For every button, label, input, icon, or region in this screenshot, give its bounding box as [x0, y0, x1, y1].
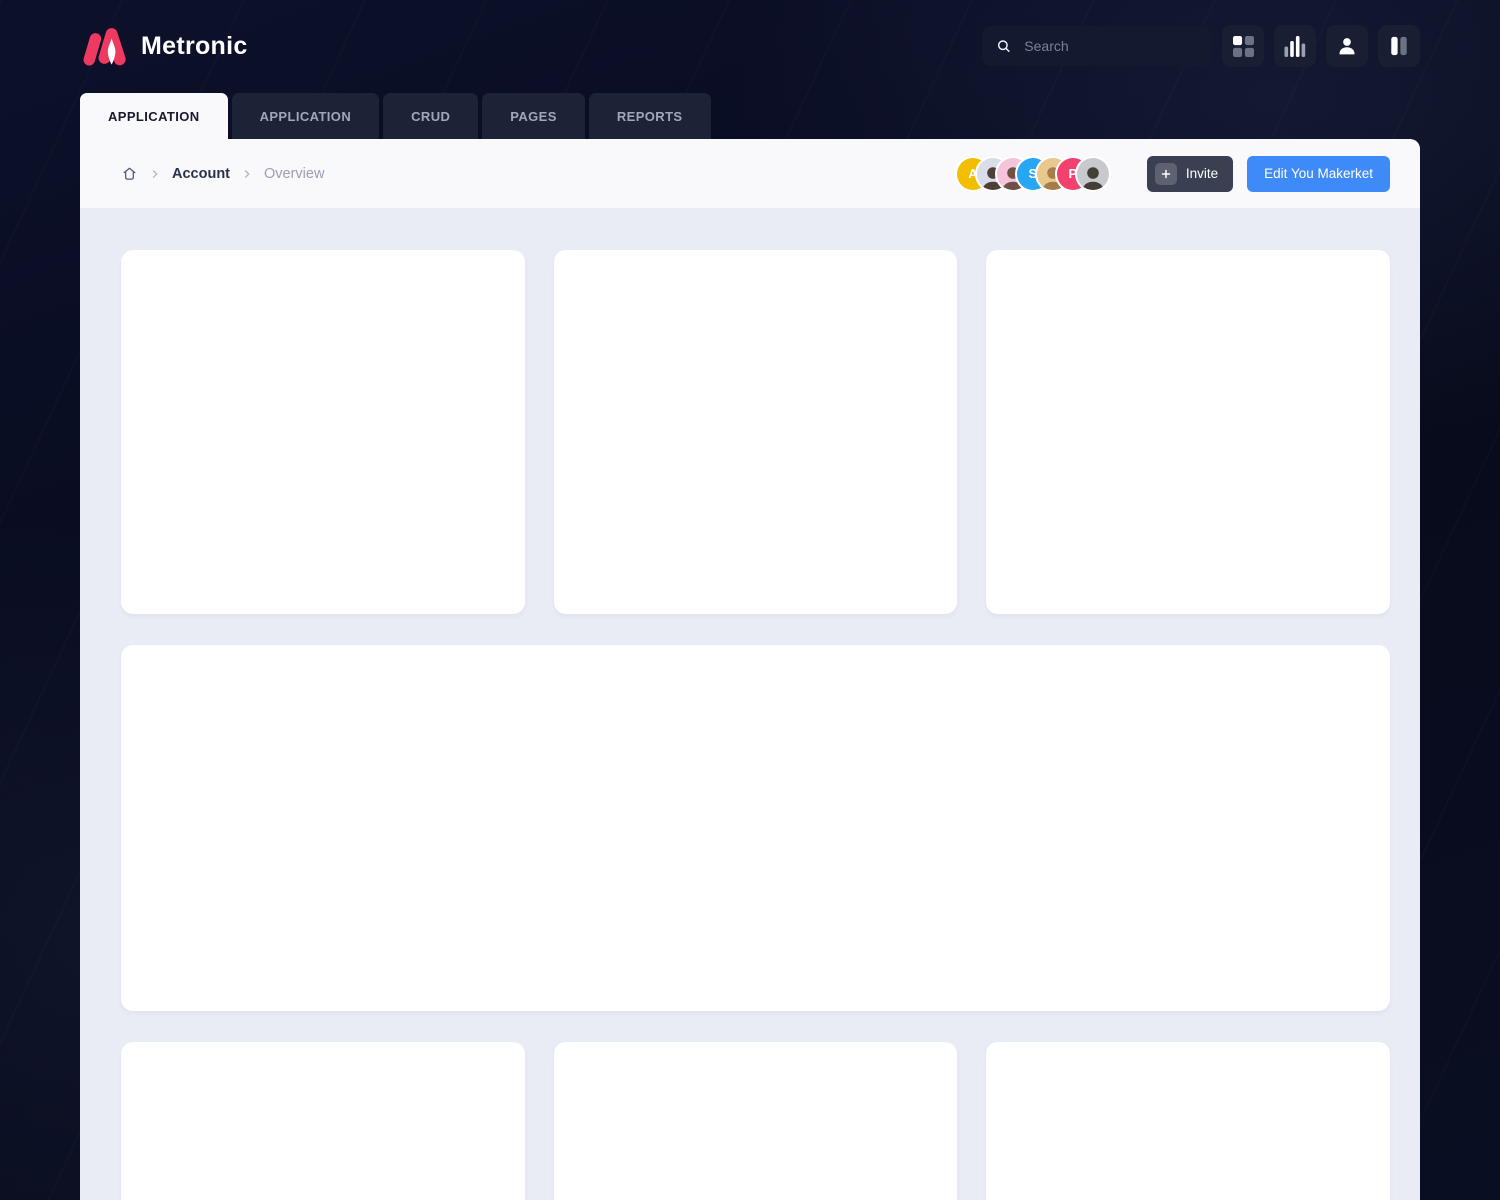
tab-reports[interactable]: REPORTS	[589, 93, 711, 139]
content-panel: Account Overview A S	[80, 139, 1420, 1200]
breadcrumb-bar: Account Overview A S	[80, 139, 1420, 208]
person-silhouette-icon	[1077, 160, 1109, 190]
invite-button[interactable]: Invite	[1147, 156, 1233, 192]
avatar-group: A S P	[957, 158, 1109, 190]
empty-card-5	[121, 1042, 525, 1200]
breadcrumb: Account Overview	[121, 165, 324, 182]
header: Metronic	[80, 0, 1420, 92]
content-grid	[80, 208, 1420, 1200]
user-button[interactable]	[1326, 25, 1368, 67]
search-icon	[996, 37, 1011, 55]
metronic-logo-icon	[80, 26, 128, 66]
empty-card-1	[121, 250, 525, 614]
tab-pages[interactable]: PAGES	[482, 93, 585, 139]
brand-logo[interactable]: Metronic	[80, 26, 248, 66]
brand-name: Metronic	[141, 32, 248, 61]
chevron-right-icon	[240, 167, 254, 181]
apps-grid-icon	[1233, 36, 1254, 57]
page: Metronic	[0, 0, 1500, 1200]
search-box[interactable]	[982, 26, 1212, 66]
chevron-right-icon	[148, 167, 162, 181]
empty-card-7	[986, 1042, 1390, 1200]
edit-you-makerket-button[interactable]: Edit You Makerket	[1247, 156, 1390, 192]
tab-application-active[interactable]: APPLICATION	[80, 93, 228, 139]
breadcrumb-actions: A S P	[957, 156, 1390, 192]
empty-card-3	[986, 250, 1390, 614]
search-input[interactable]	[1022, 37, 1198, 55]
plus-icon	[1155, 163, 1177, 185]
tab-bar: APPLICATION APPLICATION CRUD PAGES REPOR…	[80, 93, 711, 139]
tab-application[interactable]: APPLICATION	[232, 93, 380, 139]
user-icon	[1336, 35, 1358, 57]
breadcrumb-item-overview: Overview	[264, 166, 324, 182]
invite-label: Invite	[1186, 166, 1218, 181]
empty-card-wide	[121, 645, 1390, 1011]
empty-card-6	[554, 1042, 958, 1200]
breadcrumb-item-account[interactable]: Account	[172, 166, 230, 182]
apps-grid-button[interactable]	[1222, 25, 1264, 67]
avatar-photo-4[interactable]	[1077, 158, 1109, 190]
bar-chart-button[interactable]	[1274, 25, 1316, 67]
empty-card-2	[554, 250, 958, 614]
layout-split-icon	[1389, 36, 1409, 56]
tab-crud[interactable]: CRUD	[383, 93, 478, 139]
home-icon[interactable]	[121, 165, 138, 182]
layout-split-button[interactable]	[1378, 25, 1420, 67]
bar-chart-icon	[1284, 35, 1306, 57]
